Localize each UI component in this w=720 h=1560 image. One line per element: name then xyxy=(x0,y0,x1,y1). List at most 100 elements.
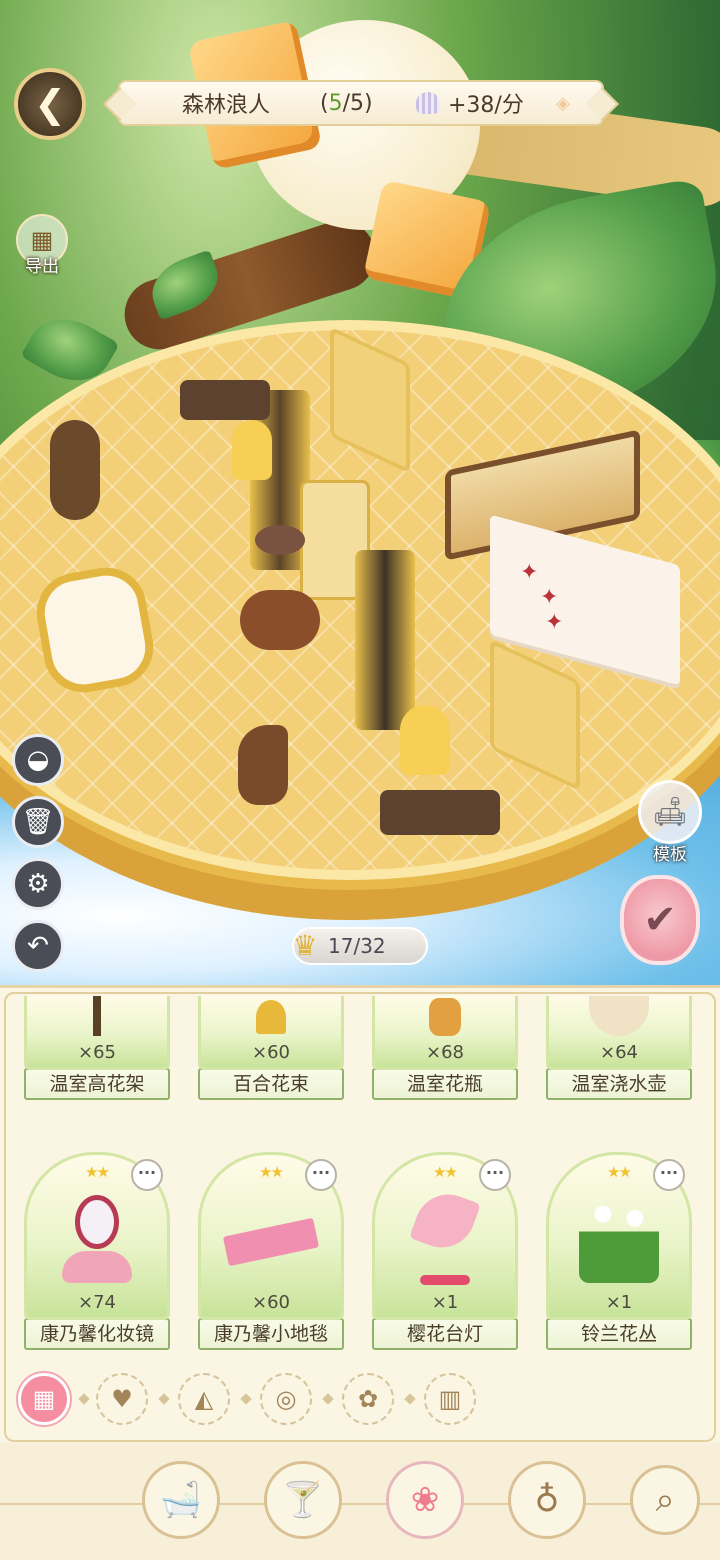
room-name: 森林浪人 xyxy=(182,93,271,118)
gear-icon: ⚙ xyxy=(26,869,50,899)
island-scene[interactable]: ✦ ✦ ✦ ❮ 森林浪人 (5/5) +38/分 ◈ ▦ 导出 ◒ 🗑 ⚙ ↶ … xyxy=(0,0,720,985)
watering-can-image xyxy=(589,996,649,1036)
watering-can-icon: ♥ xyxy=(111,1385,133,1413)
item-art: ×60 xyxy=(198,996,344,1070)
sakura-lamp-image xyxy=(409,1185,481,1257)
item-art: ×65 xyxy=(24,996,170,1070)
log-stool[interactable] xyxy=(240,590,320,650)
item-card[interactable]: ×60 百合花束 xyxy=(198,996,344,1100)
back-button[interactable]: ❮ xyxy=(14,68,86,140)
rarity-stars: ★★ xyxy=(85,1163,110,1181)
item-name: 樱花台灯 xyxy=(372,1318,518,1350)
room-progress: (5/5) xyxy=(320,91,373,116)
item-card[interactable]: ★★ ··· ×60 康乃馨小地毯 xyxy=(198,1152,344,1350)
rarity-stars: ★★ xyxy=(259,1163,284,1181)
checkmark-icon: ✔ xyxy=(643,897,677,943)
shell-currency-icon xyxy=(416,92,440,114)
wheel-decoration[interactable] xyxy=(50,420,100,520)
character-figure[interactable] xyxy=(232,420,272,480)
template-label: 模板 xyxy=(653,845,687,865)
divider-dot xyxy=(78,1393,90,1405)
more-options-button[interactable]: ··· xyxy=(131,1159,163,1191)
nav-planet[interactable]: ♁ xyxy=(508,1461,586,1539)
divider-dot xyxy=(240,1393,252,1405)
item-name: 温室高花架 xyxy=(24,1068,170,1100)
vanity-mirror-image xyxy=(75,1195,119,1249)
bench[interactable] xyxy=(380,790,500,835)
rarity-stars: ★★ xyxy=(433,1163,458,1181)
more-options-button[interactable]: ··· xyxy=(305,1159,337,1191)
trash-bin-icon: 🗑 xyxy=(21,807,55,837)
character-figure[interactable] xyxy=(400,705,450,775)
progress-current: 5 xyxy=(328,90,343,116)
folding-screen[interactable] xyxy=(355,550,415,730)
category-fence[interactable]: ▥ xyxy=(424,1373,476,1425)
rarity-stars: ★★ xyxy=(607,1163,632,1181)
room-title-bar: 森林浪人 (5/5) +38/分 ◈ xyxy=(118,80,604,126)
nav-search[interactable]: ⌕ xyxy=(630,1465,700,1535)
nav-drinks[interactable]: 🍸 xyxy=(264,1461,342,1539)
gem-icon[interactable]: ◈ xyxy=(556,93,578,114)
item-name: 康乃馨小地毯 xyxy=(198,1318,344,1350)
item-quantity: ×64 xyxy=(600,1042,638,1063)
mushroom-lamp[interactable] xyxy=(255,525,305,555)
item-quantity: ×60 xyxy=(252,1042,290,1063)
more-options-button[interactable]: ··· xyxy=(479,1159,511,1191)
planet-icon: ♁ xyxy=(534,1480,560,1520)
back-wing-icon: ❮ xyxy=(34,82,66,126)
rocking-horse[interactable] xyxy=(238,725,288,805)
item-art: ★★ ··· ×1 xyxy=(372,1152,518,1320)
flower-pattern: ✦ xyxy=(545,610,564,635)
capacity-count: 17/32 xyxy=(328,934,386,958)
item-card[interactable]: ★★ ··· ×1 樱花台灯 xyxy=(372,1152,518,1350)
item-quantity: ×68 xyxy=(426,1042,464,1063)
item-art: ★★ ··· ×1 xyxy=(546,1152,692,1320)
nav-flowers[interactable]: ❀ xyxy=(386,1461,464,1539)
item-card[interactable]: ×65 温室高花架 xyxy=(24,996,170,1100)
export-button[interactable]: ▦ 导出 xyxy=(12,214,72,284)
undo-button[interactable]: ↶ xyxy=(12,920,64,972)
template-button[interactable]: 🛋 模板 xyxy=(636,780,704,865)
undo-arrow-icon: ↶ xyxy=(27,931,49,961)
item-card[interactable]: ×68 温室花瓶 xyxy=(372,996,518,1100)
inventory-panel: ×65 温室高花架 ×60 百合花束 ×68 温室花瓶 ×64 温室浇水壶 ★★… xyxy=(0,985,720,1560)
recycle-button[interactable]: 🗑 xyxy=(12,796,64,848)
lamp-base-image xyxy=(420,1275,470,1285)
divider-dot xyxy=(322,1393,334,1405)
item-name: 百合花束 xyxy=(198,1068,344,1100)
eye-half-icon: ◒ xyxy=(26,745,50,775)
nav-furniture[interactable]: 🛁 xyxy=(142,1461,220,1539)
cocktail-icon: 🍸 xyxy=(281,1480,325,1520)
furniture-icon: 🛁 xyxy=(159,1480,203,1520)
vanity-base-image xyxy=(62,1251,132,1283)
item-card[interactable]: ★★ ··· ×1 铃兰花丛 xyxy=(546,1152,692,1350)
category-flower[interactable]: ✿ xyxy=(342,1373,394,1425)
item-art: ×64 xyxy=(546,996,692,1070)
progress-open: ( xyxy=(320,90,329,116)
category-plate[interactable]: ◎ xyxy=(260,1373,312,1425)
category-cake[interactable]: ◭ xyxy=(178,1373,230,1425)
confirm-button[interactable]: ✔ xyxy=(620,875,700,965)
item-card[interactable]: ★★ ··· ×74 康乃馨化妆镜 xyxy=(24,1152,170,1350)
settings-button[interactable]: ⚙ xyxy=(12,858,64,910)
item-name: 铃兰花丛 xyxy=(546,1318,692,1350)
visibility-toggle-button[interactable]: ◒ xyxy=(12,734,64,786)
throne-icon: ♛ xyxy=(292,929,318,962)
bottom-nav: 🛁 🍸 ❀ ♁ ⌕ xyxy=(0,1443,720,1560)
item-quantity: ×60 xyxy=(252,1292,290,1313)
nav-line xyxy=(0,1503,720,1505)
plant-stand-image xyxy=(93,996,101,1036)
category-watering[interactable]: ♥ xyxy=(96,1373,148,1425)
item-art: ★★ ··· ×74 xyxy=(24,1152,170,1320)
item-quantity: ×65 xyxy=(78,1042,116,1063)
bench[interactable] xyxy=(180,380,270,420)
item-quantity: ×1 xyxy=(431,1292,459,1313)
fence-icon: ▥ xyxy=(438,1385,462,1413)
item-card[interactable]: ×64 温室浇水壶 xyxy=(546,996,692,1100)
category-all[interactable]: ▦ xyxy=(18,1373,70,1425)
item-art: ★★ ··· ×60 xyxy=(198,1152,344,1320)
more-options-button[interactable]: ··· xyxy=(653,1159,685,1191)
flower-icon: ✿ xyxy=(357,1385,379,1413)
item-art: ×68 xyxy=(372,996,518,1070)
item-quantity: ×74 xyxy=(78,1292,116,1313)
